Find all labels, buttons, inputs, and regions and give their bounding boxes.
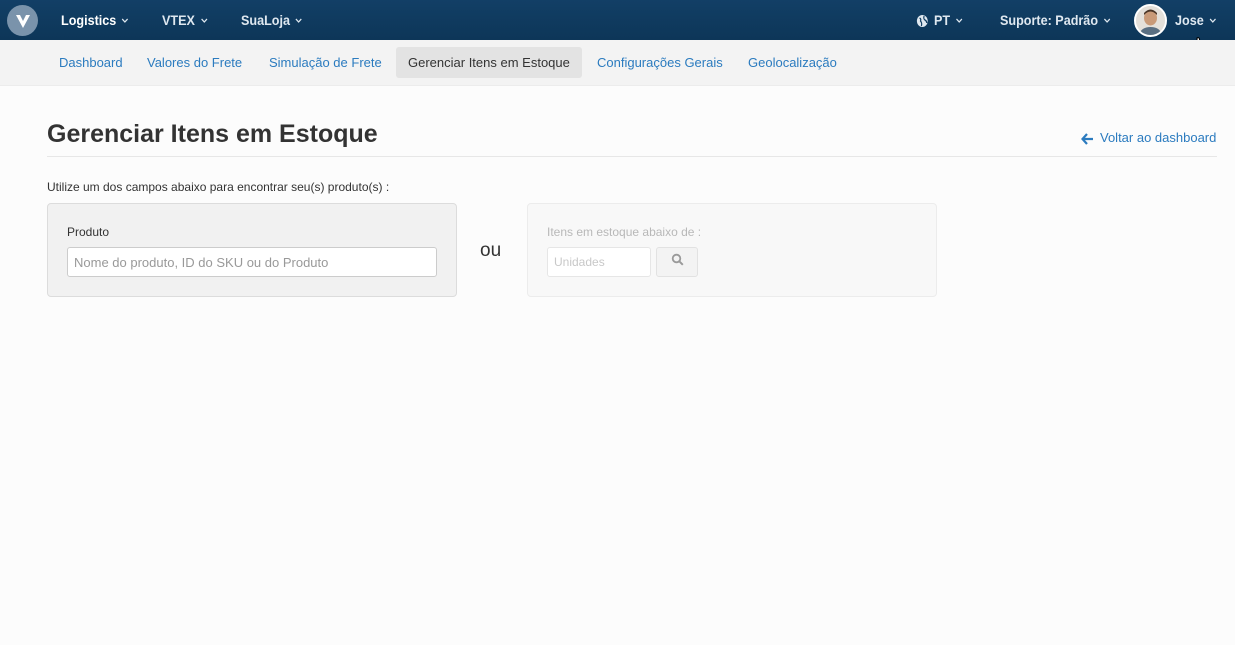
instructions-text: Utilize um dos campos abaixo para encont… xyxy=(47,180,390,194)
user-name: Jose xyxy=(1175,12,1204,28)
chevron-down-icon xyxy=(200,18,208,24)
avatar[interactable] xyxy=(1134,4,1167,37)
menu-sualoja-label: SuaLoja xyxy=(241,12,291,28)
language-label: PT xyxy=(934,12,951,28)
back-to-dashboard-link[interactable]: Voltar ao dashboard xyxy=(1081,130,1216,145)
menu-logistics[interactable]: Logistics xyxy=(61,0,129,40)
chevron-down-icon xyxy=(295,18,303,24)
product-label: Produto xyxy=(67,225,110,239)
divider xyxy=(47,156,1217,157)
globe-icon xyxy=(916,14,929,28)
chevron-down-icon xyxy=(1103,18,1111,24)
chevron-down-icon xyxy=(955,18,963,24)
search-icon xyxy=(671,253,684,271)
tab-dashboard[interactable]: Dashboard xyxy=(47,47,135,78)
menu-logistics-label: Logistics xyxy=(61,12,117,28)
product-search-input[interactable] xyxy=(67,247,437,277)
stock-search-panel: Itens em estoque abaixo de : xyxy=(527,203,937,297)
back-link-label: Voltar ao dashboard xyxy=(1100,130,1217,145)
tab-valores-do-frete[interactable]: Valores do Frete xyxy=(135,47,254,78)
language-selector[interactable]: PT xyxy=(916,0,963,40)
support-label: Suporte: Padrão xyxy=(1000,12,1099,28)
user-menu[interactable]: Jose xyxy=(1175,0,1216,40)
chevron-down-icon xyxy=(1209,18,1216,24)
menu-vtex[interactable]: VTEX xyxy=(162,0,208,40)
arrow-left-icon xyxy=(1081,132,1094,145)
top-navbar: Logistics VTEX SuaLoja PT Suporte: Padrã… xyxy=(0,0,1235,40)
page-title: Gerenciar Itens em Estoque xyxy=(47,120,378,148)
support-selector[interactable]: Suporte: Padrão xyxy=(1000,0,1111,40)
product-search-panel: Produto xyxy=(47,203,457,297)
vtex-logo-icon[interactable] xyxy=(7,5,38,36)
menu-sualoja[interactable]: SuaLoja xyxy=(241,0,303,40)
or-separator: ou xyxy=(480,240,502,261)
tab-simulacao-de-frete[interactable]: Simulação de Frete xyxy=(257,47,394,78)
tab-configuracoes-gerais[interactable]: Configurações Gerais xyxy=(585,47,735,78)
tab-geolocalizacao[interactable]: Geolocalização xyxy=(736,47,849,78)
stock-search-button[interactable] xyxy=(656,247,698,277)
menu-vtex-label: VTEX xyxy=(162,12,195,28)
tab-gerenciar-itens-em-estoque[interactable]: Gerenciar Itens em Estoque xyxy=(396,47,582,78)
chevron-down-icon xyxy=(122,18,129,24)
sub-navbar: Dashboard Valores do Frete Simulação de … xyxy=(0,40,1235,86)
units-input[interactable] xyxy=(547,247,651,277)
stock-threshold-label: Itens em estoque abaixo de : xyxy=(547,225,702,239)
